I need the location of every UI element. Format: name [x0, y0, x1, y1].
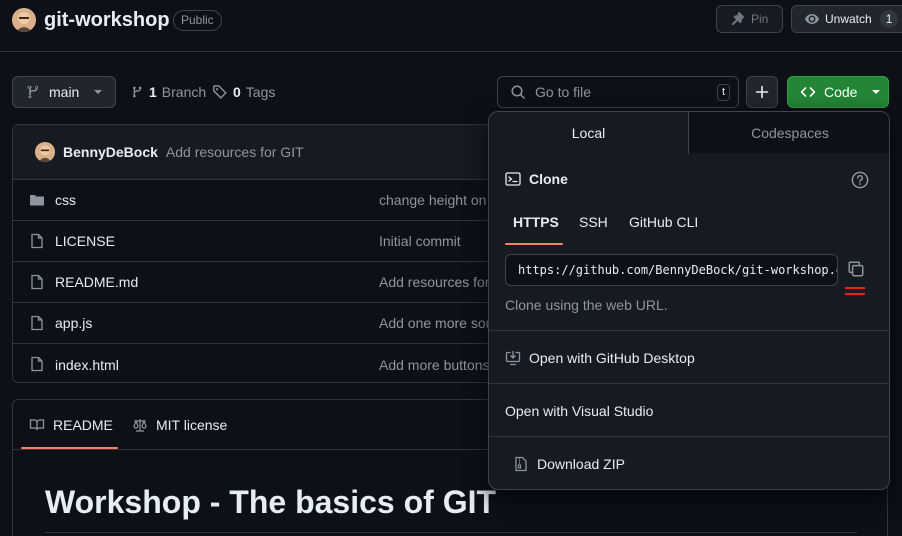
tab-codespaces[interactable]: Codespaces	[689, 112, 889, 153]
heading-divider	[45, 532, 857, 533]
file-commit-message[interactable]: Add more buttons	[379, 357, 490, 373]
branch-label: Branch	[161, 84, 207, 100]
annotation-marker	[845, 287, 865, 299]
tab-license-label: MIT license	[156, 417, 228, 433]
book-icon	[29, 417, 45, 433]
file-name[interactable]: css	[55, 192, 76, 208]
go-to-file-input[interactable]: Go to file t	[497, 76, 739, 108]
clone-popover: Local Codespaces Clone HTTPS SSH GitHub …	[488, 111, 890, 490]
file-name[interactable]: LICENSE	[55, 233, 115, 249]
active-tab-indicator	[21, 447, 118, 449]
tab-readme-label: README	[53, 417, 113, 433]
git-branch-icon	[25, 84, 41, 100]
popover-tabs: Local Codespaces	[489, 112, 889, 154]
question-icon[interactable]	[851, 171, 869, 189]
tag-label: Tags	[245, 84, 276, 100]
download-zip-label: Download ZIP	[537, 456, 625, 472]
file-name[interactable]: README.md	[55, 274, 138, 290]
branch-selector[interactable]: main	[12, 76, 116, 108]
branch-count: 1	[149, 84, 157, 100]
file-commit-message[interactable]: Add one more sou	[379, 315, 493, 331]
law-icon	[132, 417, 148, 433]
protocol-ssh-tab[interactable]: SSH	[579, 214, 608, 230]
file-name[interactable]: app.js	[55, 315, 92, 331]
table-row[interactable]: index.html Add more buttons	[13, 344, 511, 382]
file-commit-message[interactable]: Add resources for	[379, 274, 490, 290]
table-row[interactable]: app.js Add one more sou	[13, 303, 511, 344]
commit-author[interactable]: BennyDeBock	[63, 144, 158, 160]
desktop-download-icon	[505, 350, 521, 366]
caret-down-icon	[871, 87, 881, 97]
unwatch-label: Unwatch	[825, 12, 872, 26]
table-row[interactable]: css change height on	[13, 180, 511, 221]
file-icon	[29, 315, 45, 331]
open-visual-studio-button[interactable]: Open with Visual Studio	[505, 403, 653, 419]
clone-url-field[interactable]: https://github.com/BennyDeBock/git-works…	[505, 254, 838, 286]
clone-heading: Clone	[505, 171, 568, 187]
unwatch-button[interactable]: Unwatch 1	[791, 5, 902, 33]
file-icon	[29, 233, 45, 249]
tab-local[interactable]: Local	[489, 112, 689, 154]
table-row[interactable]: README.md Add resources for	[13, 262, 511, 303]
protocol-https-tab[interactable]: HTTPS	[513, 214, 559, 230]
clone-title: Clone	[529, 171, 568, 187]
branch-name: main	[49, 84, 80, 100]
git-branch-icon	[130, 84, 144, 100]
pin-label: Pin	[751, 12, 769, 26]
owner-avatar[interactable]	[12, 8, 36, 32]
tab-license[interactable]: MIT license	[132, 400, 227, 450]
caret-down-icon	[93, 87, 103, 97]
divider	[489, 383, 889, 384]
tags-link[interactable]: 0 Tags	[212, 84, 275, 100]
search-icon	[510, 84, 526, 100]
file-zip-icon	[513, 456, 529, 472]
tab-readme[interactable]: README	[29, 400, 113, 450]
visibility-badge: Public	[173, 10, 222, 31]
file-commit-message[interactable]: change height on	[379, 192, 486, 208]
terminal-icon	[505, 171, 521, 187]
shortcut-key: t	[716, 83, 730, 101]
file-commit-message[interactable]: Initial commit	[379, 233, 461, 249]
author-avatar[interactable]	[35, 142, 55, 162]
file-list: BennyDeBock Add resources for GIT css ch…	[12, 124, 512, 383]
file-icon	[29, 356, 45, 372]
copy-icon[interactable]	[847, 260, 865, 278]
protocol-cli-tab[interactable]: GitHub CLI	[629, 214, 698, 230]
clone-hint: Clone using the web URL.	[505, 297, 668, 313]
code-button[interactable]: Code	[787, 76, 889, 108]
code-label: Code	[824, 84, 858, 100]
repo-name[interactable]: git-workshop	[44, 9, 170, 32]
tag-icon	[212, 84, 228, 100]
table-row[interactable]: LICENSE Initial commit	[13, 221, 511, 262]
open-desktop-label: Open with GitHub Desktop	[529, 350, 695, 366]
header-divider	[0, 51, 902, 52]
readme-heading: Workshop - The basics of GIT	[45, 484, 497, 520]
commit-message[interactable]: Add resources for GIT	[166, 144, 304, 160]
watch-count: 1	[879, 10, 899, 28]
active-protocol-indicator	[505, 243, 563, 245]
divider	[489, 330, 889, 331]
code-icon	[800, 84, 816, 100]
open-desktop-button[interactable]: Open with GitHub Desktop	[505, 350, 695, 366]
tag-count: 0	[233, 84, 241, 100]
file-name[interactable]: index.html	[55, 357, 119, 373]
pin-button[interactable]: Pin	[716, 5, 783, 33]
pin-icon	[729, 11, 745, 27]
divider	[489, 436, 889, 437]
file-icon	[29, 274, 45, 290]
folder-icon	[29, 192, 45, 208]
eye-icon	[804, 11, 820, 27]
latest-commit-bar: BennyDeBock Add resources for GIT	[13, 125, 511, 180]
branches-link[interactable]: 1 Branch	[130, 84, 206, 100]
search-placeholder: Go to file	[535, 84, 592, 100]
plus-icon	[754, 84, 770, 100]
add-file-button[interactable]	[746, 76, 778, 108]
download-zip-button[interactable]: Download ZIP	[513, 456, 625, 472]
